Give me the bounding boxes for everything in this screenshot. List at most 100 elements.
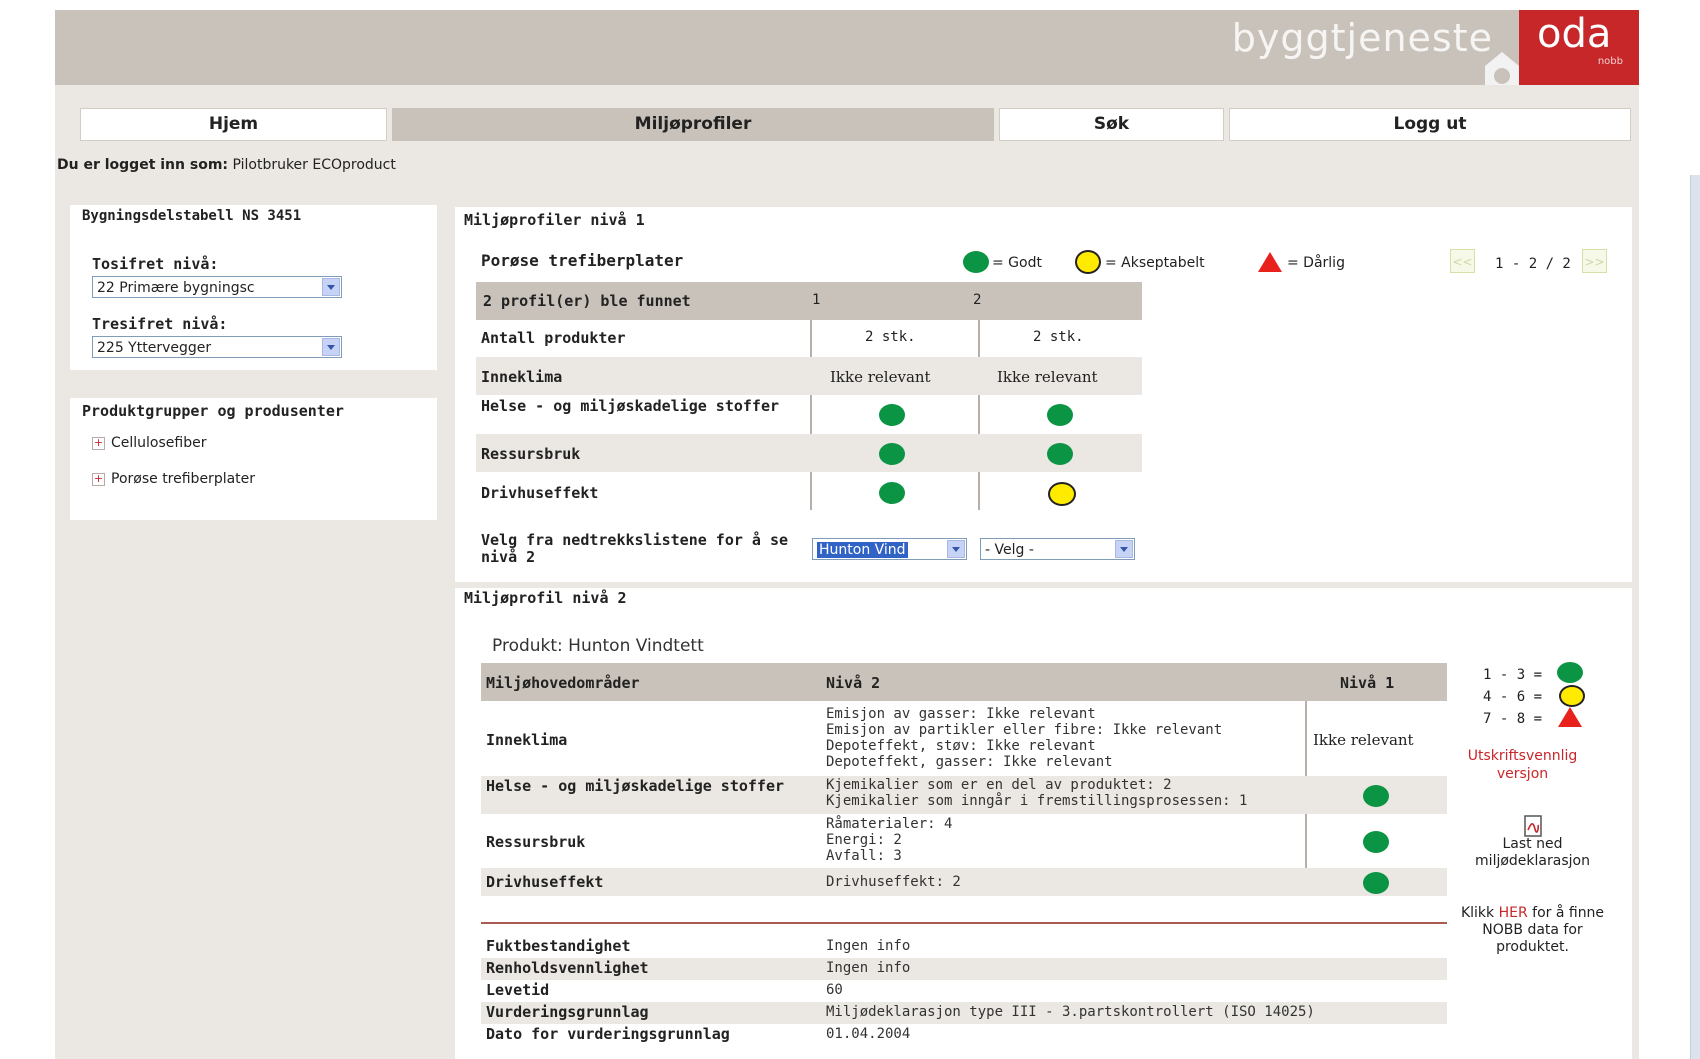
site-header: byggtjeneste oda nobb: [55, 10, 1639, 85]
nav-sok[interactable]: Søk: [999, 108, 1224, 141]
l2-row-label-ressursbruk: Ressursbruk: [486, 833, 586, 851]
chevron-down-icon[interactable]: [322, 278, 340, 296]
extra-label: Levetid: [486, 981, 550, 999]
detail-line: Energi: 2: [826, 832, 902, 848]
product-select-1[interactable]: Hunton Vind: [812, 538, 967, 560]
green-dot-icon: [963, 251, 989, 273]
red-triangle-icon: [1258, 252, 1282, 272]
expand-plus-icon[interactable]: +: [92, 436, 105, 450]
her-link[interactable]: HER: [1499, 905, 1528, 921]
header-niva2: Nivå 2: [826, 674, 881, 692]
tosifret-label: Tosifret nivå:: [92, 255, 219, 273]
select2-value: - Velg -: [985, 542, 1034, 558]
tresifret-label: Tresifret nivå:: [92, 315, 228, 333]
green-dot-icon: [879, 443, 905, 465]
prev-page-button[interactable]: <<: [1450, 249, 1475, 273]
chevron-down-icon[interactable]: [322, 338, 340, 356]
table-row: [481, 868, 1447, 896]
nobb-info: Klikk HER for å finne NOBB data for prod…: [1455, 905, 1610, 956]
tosifret-select[interactable]: 22 Primære bygningsc: [92, 276, 342, 298]
green-dot-icon: [1557, 662, 1583, 683]
l2-row-label-drivhuseffekt: Drivhuseffekt: [486, 873, 604, 891]
oda-logo[interactable]: oda nobb: [1519, 10, 1639, 85]
legend-good: = Godt: [992, 255, 1042, 271]
level1-panel: Miljøprofiler nivå 1 Porøse trefiberplat…: [455, 207, 1632, 582]
download-line2: miljødeklarasjon: [1475, 853, 1590, 869]
group-porose-trefiberplater[interactable]: + Porøse trefiberplater: [92, 471, 255, 487]
chevron-down-icon[interactable]: [947, 540, 965, 558]
group-label: Cellulosefiber: [111, 435, 207, 451]
tresifret-value: 225 Yttervegger: [97, 340, 212, 356]
row-label-antall: Antall produkter: [481, 329, 626, 347]
klikk-text: Klikk: [1460, 905, 1495, 921]
detail-line: Kjemikalier som er en del av produktet: …: [826, 777, 1172, 793]
green-dot-icon: [1363, 831, 1389, 853]
column-divider: [978, 320, 980, 510]
scale-7-8: 7 - 8 =: [1483, 711, 1543, 727]
level1-title: Miljøprofiler nivå 1: [464, 211, 645, 229]
next-page-button[interactable]: >>: [1582, 249, 1607, 273]
extra-value: 01.04.2004: [826, 1026, 911, 1042]
yellow-circle-icon: [1048, 482, 1076, 506]
nav-logg-ut[interactable]: Logg ut: [1229, 108, 1631, 141]
green-dot-icon: [879, 482, 905, 504]
column-divider: [810, 320, 812, 510]
level2-title: Miljøprofil nivå 2: [464, 589, 627, 607]
select-label: Velg fra nedtrekkslistene for å se nivå …: [481, 531, 789, 566]
logo-sub: nobb: [1597, 56, 1623, 67]
detail-line: Depoteffekt, støv: Ikke relevant: [826, 738, 1096, 754]
group-name: Porøse trefiberplater: [481, 251, 684, 270]
login-user: Pilotbruker ECOproduct: [232, 157, 396, 173]
l2-drivhuseffekt-details: Drivhuseffekt: 2: [826, 874, 961, 890]
row-label-inneklima: Inneklima: [481, 368, 563, 386]
detail-line: Depoteffekt, gasser: Ikke relevant: [826, 754, 1113, 770]
legend-ok: = Akseptabelt: [1105, 255, 1205, 271]
row-antall-c1: 2 stk.: [865, 329, 916, 345]
yellow-circle-icon: [1075, 250, 1101, 274]
group-label: Porøse trefiberplater: [111, 471, 256, 487]
pagination-text: 1 - 2 / 2: [1495, 256, 1571, 272]
extra-label: Fuktbestandighet: [486, 937, 631, 955]
l2-row-label-inneklima: Inneklima: [486, 731, 568, 749]
scale-4-6: 4 - 6 =: [1483, 689, 1543, 705]
produktgrupper-panel: Produktgrupper og produsenter + Cellulose…: [70, 398, 437, 520]
login-label: Du er logget inn som:: [57, 157, 229, 173]
extra-value: Ingen info: [826, 960, 911, 976]
chevron-down-icon[interactable]: [1115, 540, 1133, 558]
nav-hjem[interactable]: Hjem: [80, 108, 387, 141]
product-name: Produkt: Hunton Vindtett: [492, 636, 704, 656]
row-antall-c2: 2 stk.: [1033, 329, 1084, 345]
brand-text: byggtjeneste: [1231, 16, 1493, 60]
row-inneklima-c1: Ikke relevant: [830, 368, 931, 386]
download-declaration-link[interactable]: Last ned miljødeklarasjon: [1455, 836, 1610, 870]
nav-miljoprofiler[interactable]: Miljøprofiler: [392, 108, 994, 141]
l2-helse-details: Kjemikalier som er en del av produktet: …: [826, 777, 1247, 809]
red-triangle-icon: [1558, 707, 1582, 727]
header-col-1-text: 1: [812, 292, 821, 308]
row-inneklima-c2: Ikke relevant: [997, 368, 1098, 386]
l2-row-label-helse: Helse - og miljøskadelige stoffer: [486, 777, 785, 795]
header-col-2: 2: [973, 292, 982, 308]
group-cellulosefiber[interactable]: + Cellulosefiber: [92, 435, 206, 451]
extra-value: Miljødeklarasjon type III - 3.partskontr…: [826, 1004, 1315, 1020]
extra-label: Dato for vurderingsgrunnlag: [486, 1025, 730, 1043]
green-dot-icon: [1363, 872, 1389, 894]
level2-panel: Miljøprofil nivå 2 Produkt: Hunton Vindt…: [455, 588, 1632, 1059]
l2-inneklima-details: Emisjon av gasser: Ikke relevant Emisjon…: [826, 706, 1222, 770]
select1-value: Hunton Vind: [817, 542, 908, 558]
tresifret-select[interactable]: 225 Yttervegger: [92, 336, 342, 358]
row-label-drivhuseffekt: Drivhuseffekt: [481, 484, 599, 502]
ns-title: Bygningsdelstabell NS 3451: [82, 208, 302, 224]
download-line1: Last ned: [1502, 836, 1563, 852]
header-hovedomrader: Miljøhovedområder: [486, 674, 640, 692]
print-version-link[interactable]: Utskriftsvennlig versjon: [1455, 747, 1590, 783]
scale-1-3: 1 - 3 =: [1483, 667, 1543, 683]
green-dot-icon: [1363, 785, 1389, 807]
row-label-helse: Helse - og miljøskadelige stoffer: [481, 397, 780, 415]
ns-panel: Bygningsdelstabell NS 3451 Tosifret nivå…: [70, 205, 437, 370]
detail-line: Kjemikalier som inngår i fremstillingspr…: [826, 793, 1248, 809]
product-select-2[interactable]: - Velg -: [980, 538, 1135, 560]
expand-plus-icon[interactable]: +: [92, 472, 105, 486]
scrollbar-track[interactable]: [1690, 175, 1700, 1059]
pdf-icon[interactable]: [1523, 815, 1543, 837]
